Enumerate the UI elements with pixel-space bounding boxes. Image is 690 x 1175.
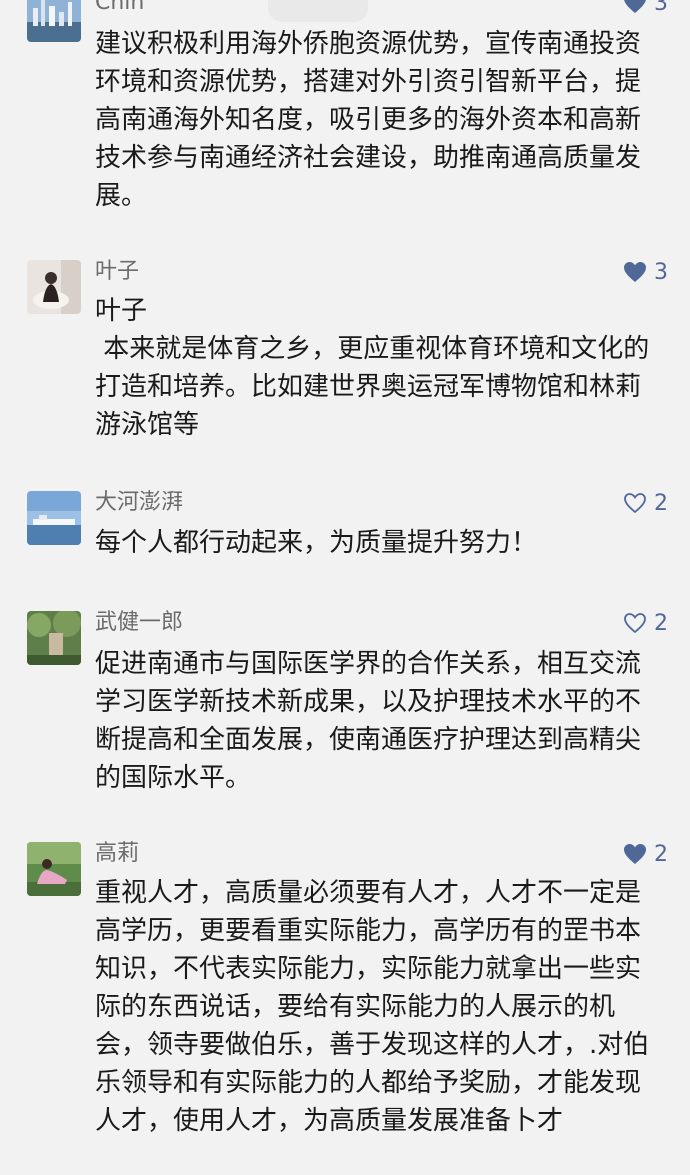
commenter-name[interactable]: 武健一郎 <box>95 608 183 638</box>
like-count: 3 <box>654 0 668 16</box>
heart-filled-icon <box>624 0 646 13</box>
like-count: 2 <box>654 841 668 867</box>
commenter-name[interactable]: 高莉 <box>95 839 139 869</box>
avatar[interactable] <box>27 611 81 665</box>
like-count: 2 <box>654 490 668 516</box>
like-button[interactable]: 3 <box>622 257 668 287</box>
avatar[interactable] <box>27 260 81 314</box>
avatar[interactable] <box>27 0 81 42</box>
commenter-name[interactable]: Chin <box>95 0 144 18</box>
heart-outline-icon <box>624 613 646 634</box>
like-count: 2 <box>654 610 668 636</box>
commenter-name[interactable]: 叶子 <box>95 257 139 287</box>
like-button[interactable]: 3 <box>622 0 668 18</box>
comment-text: 重视人才，高质量必须要有人才，人才不一定是高学历，更要看重实际能力，高学历有的罡… <box>95 878 650 1136</box>
comment-text: 促进南通市与国际医学界的合作关系，相互交流学习医学新技术新成果，以及护理技术水平… <box>95 649 642 793</box>
comment-text: 每个人都行动起来，为质量提升努力！ <box>95 528 538 558</box>
like-button[interactable]: 2 <box>622 488 668 518</box>
avatar[interactable] <box>27 491 81 545</box>
top-pull-handle <box>268 0 368 22</box>
heart-filled-icon <box>624 844 646 864</box>
commenter-name[interactable]: 大河澎湃 <box>95 488 183 518</box>
like-count: 3 <box>654 259 668 285</box>
comment-text: 叶子 本来就是体育之乡，更应重视体育环境和文化的打造和培养。比如建世界奥运冠军博… <box>95 296 650 440</box>
avatar[interactable] <box>27 842 81 896</box>
like-button[interactable]: 2 <box>622 839 668 869</box>
comment-text: 建议积极利用海外侨胞资源优势，宣传南通投资环境和资源优势，搭建对外引资引智新平台… <box>95 29 642 211</box>
heart-filled-icon <box>624 262 646 282</box>
like-button[interactable]: 2 <box>622 608 668 638</box>
heart-outline-icon <box>624 493 646 514</box>
